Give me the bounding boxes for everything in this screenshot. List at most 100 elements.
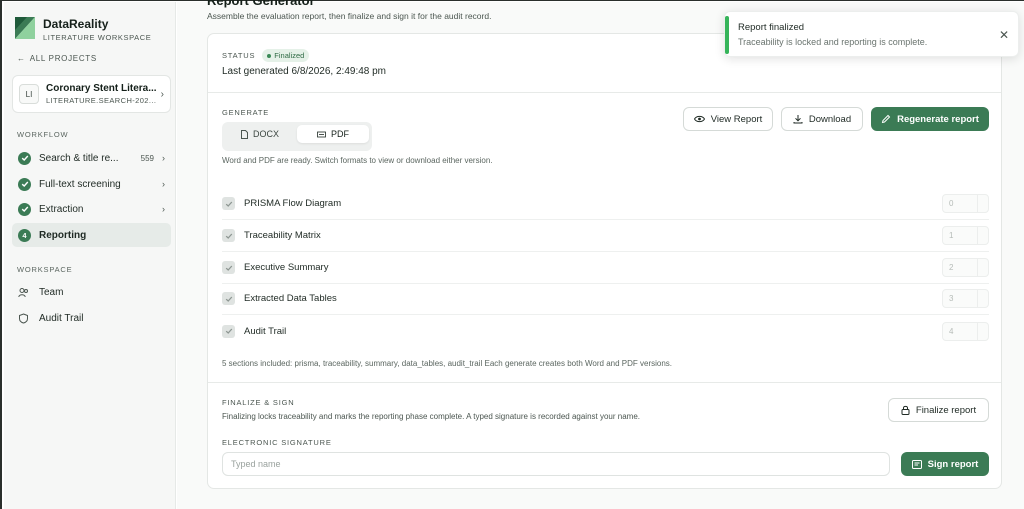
section-checkbox[interactable]	[222, 324, 235, 338]
section-order-value: 1	[949, 231, 954, 240]
stepper-icon[interactable]	[977, 195, 988, 212]
status-label: STATUS	[222, 51, 256, 60]
brand[interactable]: DataReality LITERATURE WORKSPACE	[15, 17, 151, 42]
signature-icon	[911, 459, 922, 469]
check-icon	[225, 233, 232, 239]
section-row-audit-trail: Audit Trail 4	[222, 315, 989, 347]
signature-label: ELECTRONIC SIGNATURE	[222, 438, 332, 447]
section-order-input[interactable]: 4	[942, 321, 989, 341]
sections-helper-text: 5 sections included: prisma, traceabilit…	[222, 359, 672, 368]
toast-notification: Report finalized Traceability is locked …	[724, 11, 1019, 57]
regenerate-report-button[interactable]: Regenerate report	[871, 107, 989, 131]
all-projects-label: ALL PROJECTS	[29, 54, 97, 63]
section-order-input[interactable]: 2	[942, 258, 989, 277]
section-order-value: 3	[949, 294, 954, 303]
finalize-label: FINALIZE & SIGN	[222, 398, 295, 407]
view-report-button[interactable]: View Report	[683, 107, 773, 131]
section-order-input[interactable]: 3	[942, 289, 989, 308]
format-pdf-tab[interactable]: PDF	[297, 125, 369, 143]
view-report-label: View Report	[710, 113, 763, 125]
sidebar-item-team[interactable]: Team	[18, 287, 63, 298]
download-button[interactable]: Download	[781, 107, 863, 131]
main-content: Report Generator Assemble the evaluation…	[177, 0, 1024, 509]
sidebar-item-audit-trail[interactable]: Audit Trail	[18, 313, 83, 324]
regenerate-label: Regenerate report	[897, 113, 979, 125]
signature-input[interactable]: Typed name	[222, 452, 890, 476]
sidebar-item-extraction[interactable]: Extraction ›	[12, 197, 171, 221]
download-icon	[793, 115, 803, 124]
workspace-label: WORKSPACE	[17, 265, 73, 274]
project-badge: LI	[19, 84, 39, 104]
section-name: Extracted Data Tables	[244, 293, 337, 304]
eye-icon	[693, 115, 705, 123]
chevron-right-icon: ›	[162, 179, 165, 189]
project-title: Coronary Stent Litera...	[46, 83, 157, 94]
project-subtitle: LITERATURE.SEARCH-202...	[46, 96, 157, 105]
stepper-icon[interactable]	[977, 259, 988, 276]
check-icon	[225, 328, 232, 334]
divider	[208, 382, 1001, 383]
check-icon	[225, 265, 232, 271]
status-badge-text: Finalized	[274, 51, 305, 60]
team-icon	[18, 288, 28, 298]
workflow-label: WORKFLOW	[17, 130, 69, 139]
finalize-report-label: Finalize report	[915, 404, 977, 416]
download-label: Download	[808, 113, 852, 125]
close-icon[interactable]: ✕	[999, 28, 1009, 42]
page-subtitle: Assemble the evaluation report, then fin…	[207, 11, 492, 21]
status-badge: Finalized	[262, 49, 310, 62]
stepper-icon[interactable]	[977, 322, 988, 340]
finalize-report-button[interactable]: Finalize report	[888, 398, 989, 422]
signature-placeholder: Typed name	[231, 459, 281, 469]
check-circle-icon	[18, 202, 31, 216]
check-circle-icon	[18, 151, 31, 165]
arrow-left-icon: ←	[17, 54, 26, 63]
app-name: DataReality	[43, 17, 109, 31]
sidebar-item-fulltext[interactable]: Full-text screening ›	[12, 172, 171, 196]
pencil-icon	[881, 114, 891, 124]
all-projects-link[interactable]: ← ALL PROJECTS	[17, 54, 97, 63]
lock-icon	[901, 405, 910, 415]
document-icon	[240, 129, 248, 139]
format-docx-label: DOCX	[252, 129, 279, 139]
datareality-logo-icon	[15, 17, 35, 39]
stepper-icon[interactable]	[977, 290, 988, 307]
sidebar-item-label: Search & title re...	[39, 152, 119, 164]
section-checkbox[interactable]	[222, 261, 235, 274]
sidebar-item-count: 559	[140, 153, 154, 163]
section-name: Audit Trail	[244, 325, 287, 337]
check-icon	[225, 296, 232, 302]
section-checkbox[interactable]	[222, 229, 235, 242]
finalize-helper-text: Finalizing locks traceability and marks …	[222, 412, 640, 421]
shield-icon	[19, 313, 28, 324]
sidebar: DataReality LITERATURE WORKSPACE ← ALL P…	[4, 2, 176, 509]
last-generated: Last generated 6/8/2026, 2:49:48 pm	[222, 66, 387, 77]
check-icon	[225, 201, 232, 207]
format-docx-tab[interactable]: DOCX	[226, 125, 294, 143]
chevron-right-icon: ›	[162, 153, 165, 163]
section-order-input[interactable]: 1	[942, 226, 989, 245]
pdf-icon	[317, 131, 326, 137]
sidebar-item-label: Full-text screening	[39, 178, 121, 190]
project-switcher[interactable]: LI Coronary Stent Litera... LITERATURE.S…	[12, 75, 171, 113]
sidebar-item-reporting[interactable]: 4 Reporting	[12, 223, 171, 247]
section-row-prisma: PRISMA Flow Diagram 0	[222, 188, 989, 220]
sign-report-button[interactable]: Sign report	[901, 452, 989, 476]
sidebar-item-search[interactable]: Search & title re... 559 ›	[12, 146, 171, 170]
toast-message: Traceability is locked and reporting is …	[738, 37, 928, 47]
chevron-right-icon: ›	[162, 204, 165, 214]
step-number-badge: 4	[18, 228, 31, 242]
page-title: Report Generator	[207, 0, 315, 8]
divider	[208, 92, 1001, 93]
section-order-input[interactable]: 0	[942, 194, 989, 213]
section-checkbox[interactable]	[222, 292, 235, 305]
sidebar-item-label: Audit Trail	[39, 313, 84, 324]
format-helper-text: Word and PDF are ready. Switch formats t…	[222, 156, 493, 165]
section-order-value: 0	[949, 199, 954, 208]
section-order-value: 4	[949, 326, 954, 336]
section-name: PRISMA Flow Diagram	[244, 198, 342, 209]
stepper-icon[interactable]	[977, 227, 988, 244]
section-checkbox[interactable]	[222, 197, 235, 210]
format-pdf-label: PDF	[331, 129, 349, 139]
generate-label: GENERATE	[222, 108, 270, 117]
